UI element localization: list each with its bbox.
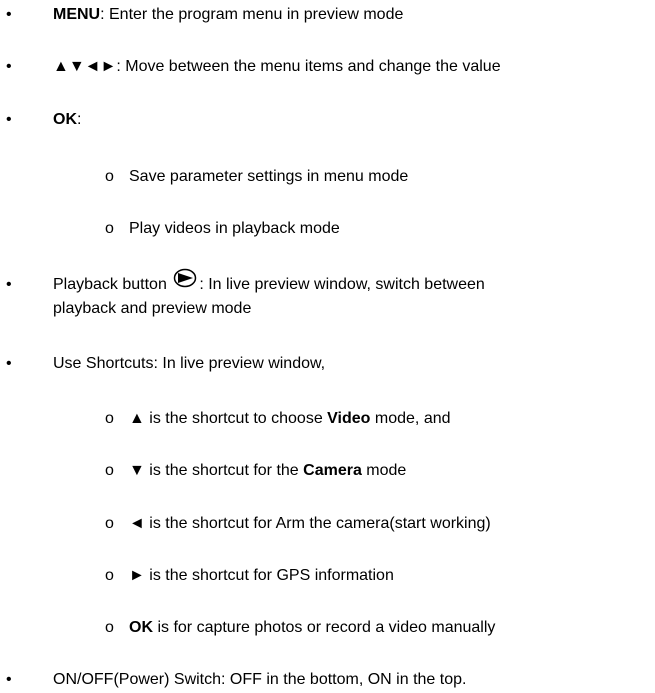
sub-item-text: ▼ is the shortcut for the Camera mode [129, 462, 407, 479]
sub-bullet: o [105, 220, 114, 237]
bullet: • [6, 111, 12, 128]
down-arrow-icon: ▼ [129, 462, 145, 479]
item-text-line2: playback and preview mode [53, 300, 252, 317]
sub-bullet: o [105, 515, 114, 532]
sub-item-text: ▲ is the shortcut to choose Video mode, … [129, 410, 451, 427]
item-text: ▲▼◄►: Move between the menu items and ch… [53, 58, 501, 75]
sub-bullet: o [105, 567, 114, 584]
sub-item-text: ◄ is the shortcut for Arm the camera(sta… [129, 515, 491, 532]
sub-item-text: Save parameter settings in menu mode [129, 168, 409, 185]
up-arrow-icon: ▲ [129, 410, 145, 427]
sub-bullet: o [105, 462, 114, 479]
item-text: Use Shortcuts: In live preview window, [53, 355, 326, 372]
item-text: OK: [53, 111, 82, 128]
sub-item-text: Play videos in playback mode [129, 220, 340, 237]
ok-key-label: OK [53, 111, 77, 128]
item-text: Playback button : In live preview window… [53, 269, 485, 298]
arrow-keys-label: ▲▼◄► [53, 58, 117, 75]
sub-item-text: OK is for capture photos or record a vid… [129, 619, 496, 636]
bullet: • [6, 671, 12, 688]
bullet: • [6, 58, 12, 75]
bullet: • [6, 355, 12, 372]
sub-bullet: o [105, 410, 114, 427]
menu-key-label: MENU [53, 6, 101, 23]
right-arrow-icon: ► [129, 567, 145, 584]
bullet: • [6, 6, 12, 23]
item-text: ON/OFF(Power) Switch: OFF in the bottom,… [53, 671, 467, 688]
sub-bullet: o [105, 619, 114, 636]
sub-bullet: o [105, 168, 114, 185]
item-text: MENU: Enter the program menu in preview … [53, 6, 404, 23]
playback-button-icon [173, 268, 197, 297]
sub-item-text: ► is the shortcut for GPS information [129, 567, 394, 584]
list-item-playback: • Playback button : In live preview wind… [0, 269, 655, 324]
bullet: • [6, 276, 12, 293]
left-arrow-icon: ◄ [129, 515, 145, 532]
manual-page: • MENU: Enter the program menu in previe… [0, 0, 655, 690]
